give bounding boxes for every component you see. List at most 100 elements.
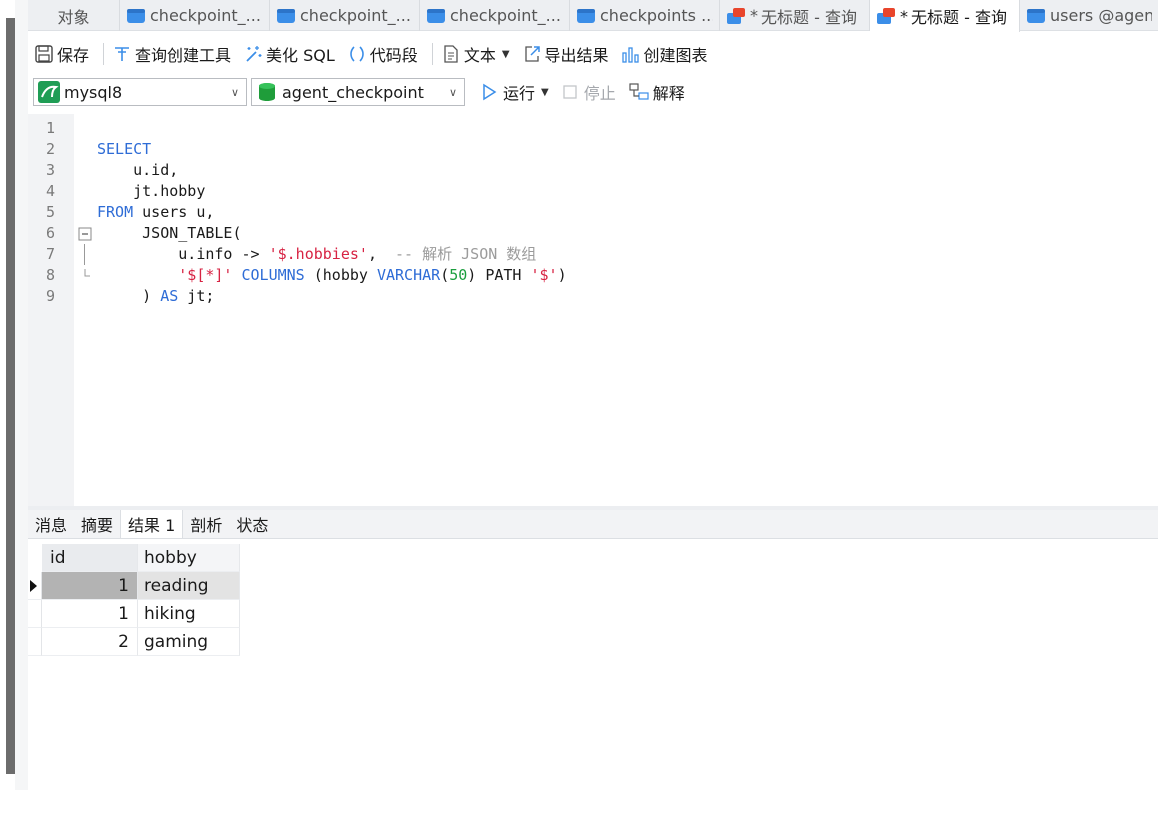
tab-users[interactable]: users @agen... bbox=[1020, 0, 1158, 31]
tab-result-1[interactable]: 结果 1 bbox=[120, 510, 184, 538]
chart-label: 创建图表 bbox=[643, 46, 708, 65]
line-number: 7 bbox=[46, 245, 56, 263]
row-indicator bbox=[28, 628, 42, 656]
code-line[interactable]: 2 SELECT bbox=[28, 139, 1158, 160]
table-icon bbox=[427, 8, 445, 23]
cell-id[interactable]: 1 bbox=[42, 600, 138, 628]
row-indicator-header bbox=[28, 544, 42, 572]
cell-hobby[interactable]: gaming bbox=[138, 628, 240, 656]
create-chart-button[interactable]: 创建图表 bbox=[621, 42, 708, 66]
tab-messages[interactable]: 消息 bbox=[28, 510, 74, 538]
code-line[interactable]: 5 FROM users u, bbox=[28, 202, 1158, 223]
beautify-sql-button[interactable]: 美化 SQL bbox=[243, 42, 335, 66]
mysql-icon bbox=[38, 81, 60, 103]
text-mode-button[interactable]: 文本 ▼ bbox=[441, 42, 510, 66]
code-token: ) bbox=[557, 266, 567, 284]
code-token: VARCHAR bbox=[376, 266, 441, 284]
code-line[interactable]: 6 JSON_TABLE( bbox=[28, 223, 1158, 244]
tab-label: 摘要 bbox=[81, 516, 114, 535]
code-snippet-button[interactable]: 代码段 bbox=[347, 42, 418, 66]
tab-label: 无标题 - 查询 bbox=[761, 7, 857, 27]
cell-id[interactable]: 2 bbox=[42, 628, 138, 656]
connection-toolbar: mysql8 ∨ agent_checkpoint ∨ 运行 ▼ 停止 解释 bbox=[28, 76, 1158, 108]
database-select[interactable]: agent_checkpoint ∨ bbox=[251, 78, 465, 106]
explain-button[interactable]: 解释 bbox=[628, 80, 685, 104]
code-text: '$[*]' COLUMNS (hobby VARCHAR(50) PATH '… bbox=[97, 265, 567, 286]
tab-checkpoint-3[interactable]: checkpoint_... bbox=[420, 0, 570, 31]
code-token: SELECT bbox=[97, 140, 152, 158]
table-row[interactable]: 2 gaming bbox=[28, 628, 240, 656]
table-row[interactable]: 1 reading bbox=[28, 572, 240, 600]
code-line[interactable]: 8 '$[*]' COLUMNS (hobby VARCHAR(50) PATH… bbox=[28, 265, 1158, 286]
code-text: FROM users u, bbox=[97, 202, 214, 223]
code-token: jt.hobby bbox=[97, 182, 206, 200]
tab-untitled-query-1[interactable]: * 无标题 - 查询 bbox=[720, 0, 870, 31]
parentheses-icon bbox=[350, 46, 364, 62]
tab-profile[interactable]: 剖析 bbox=[183, 510, 229, 538]
left-window-strip bbox=[6, 18, 15, 774]
sql-editor[interactable]: 1 2 SELECT 3 u.id, 4 jt.hobby 5 FROM users u, 6… bbox=[28, 114, 1158, 506]
play-icon bbox=[483, 83, 497, 101]
code-token: (hobby bbox=[304, 266, 377, 284]
current-row-arrow-icon bbox=[30, 579, 37, 592]
text-label: 文本 bbox=[463, 46, 496, 65]
save-button[interactable]: 保存 bbox=[34, 42, 89, 66]
tab-label: checkpoints ... bbox=[600, 6, 713, 25]
modified-marker: * bbox=[900, 6, 908, 26]
column-header-id[interactable]: id bbox=[42, 544, 138, 572]
code-line[interactable]: 9 ) AS jt; bbox=[28, 286, 1158, 307]
table-row[interactable]: 1 hiking bbox=[28, 600, 240, 628]
line-number: 2 bbox=[46, 140, 56, 158]
fold-guide-line bbox=[84, 244, 85, 265]
tab-label: checkpoint_... bbox=[300, 6, 411, 25]
database-icon bbox=[259, 83, 275, 101]
line-number: 5 bbox=[46, 203, 56, 221]
code-token: u.id, bbox=[97, 161, 179, 179]
fold-toggle-icon[interactable] bbox=[78, 227, 92, 241]
tab-checkpoint-2[interactable]: checkpoint_... bbox=[270, 0, 420, 31]
code-line[interactable]: 7 u.info -> '$.hobbies', -- 解析 JSON 数组 bbox=[28, 244, 1158, 265]
table-icon bbox=[577, 8, 595, 23]
export-results-button[interactable]: 导出结果 bbox=[522, 42, 609, 66]
run-button[interactable]: 运行 ▼ bbox=[479, 80, 549, 104]
stop-button[interactable]: 停止 bbox=[561, 80, 616, 104]
line-number: 9 bbox=[46, 287, 56, 305]
tab-status[interactable]: 状态 bbox=[229, 510, 275, 538]
connection-select[interactable]: mysql8 ∨ bbox=[33, 78, 247, 106]
tab-untitled-query-active[interactable]: * 无标题 - 查询 bbox=[870, 0, 1020, 32]
cell-hobby[interactable]: hiking bbox=[138, 600, 240, 628]
chevron-down-icon: ∨ bbox=[230, 85, 240, 99]
code-token: jt; bbox=[178, 287, 215, 305]
tab-label: 无标题 - 查询 bbox=[911, 8, 1007, 27]
code-text: u.id, bbox=[97, 160, 178, 181]
tab-objects[interactable]: 对象 bbox=[28, 0, 120, 31]
query-builder-label: 查询创建工具 bbox=[135, 46, 232, 65]
line-number: 6 bbox=[46, 224, 56, 242]
cell-id[interactable]: 1 bbox=[42, 572, 138, 600]
stop-icon bbox=[563, 85, 577, 99]
tab-checkpoint-1[interactable]: checkpoint_... bbox=[120, 0, 270, 31]
tab-checkpoints[interactable]: checkpoints ... bbox=[570, 0, 720, 31]
query-builder-icon bbox=[115, 47, 130, 61]
code-line[interactable]: 3 u.id, bbox=[28, 160, 1158, 181]
grid-header-row: id hobby bbox=[28, 544, 240, 572]
cell-hobby[interactable]: reading bbox=[138, 572, 240, 600]
query-builder-button[interactable]: 查询创建工具 bbox=[112, 42, 231, 66]
explain-icon bbox=[629, 83, 649, 100]
toolbar-divider bbox=[103, 43, 105, 65]
chevron-down-icon: ▼ bbox=[541, 86, 549, 98]
tab-summary[interactable]: 摘要 bbox=[74, 510, 120, 538]
column-header-hobby[interactable]: hobby bbox=[138, 544, 240, 572]
tab-label: 剖析 bbox=[190, 516, 223, 535]
code-token: ( bbox=[440, 266, 450, 284]
code-token: ) PATH bbox=[467, 266, 531, 284]
tab-label: checkpoint_... bbox=[450, 6, 561, 25]
result-grid: id hobby 1 reading 1 hiking 2 gaming bbox=[28, 544, 240, 656]
database-value: agent_checkpoint bbox=[282, 82, 424, 102]
code-line[interactable]: 4 jt.hobby bbox=[28, 181, 1158, 202]
code-line[interactable]: 1 bbox=[28, 118, 1158, 139]
code-area[interactable]: 1 2 SELECT 3 u.id, 4 jt.hobby 5 FROM users u, 6… bbox=[28, 114, 1158, 506]
tab-label: users @agen... bbox=[1050, 6, 1152, 25]
